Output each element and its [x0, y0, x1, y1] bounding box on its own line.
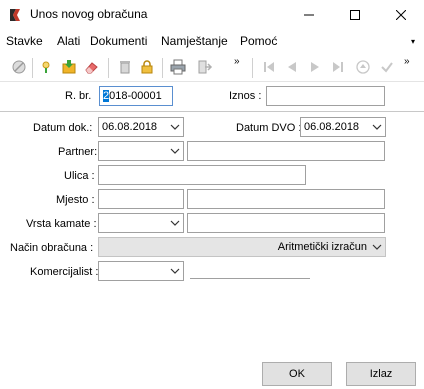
- print-button[interactable]: [169, 58, 187, 76]
- up-button[interactable]: [354, 58, 372, 76]
- menu-bar: Stavke Alati Dokumenti Namještanje Pomoć…: [0, 31, 424, 51]
- vrsta-kamate-label: Vrsta kamate :: [26, 218, 97, 230]
- ulica-label: Ulica :: [64, 170, 95, 182]
- komercijalist-label: Komercijalist :: [30, 266, 99, 278]
- print-icon: [170, 59, 186, 75]
- minimize-icon: [304, 14, 314, 16]
- ulica-input[interactable]: [98, 165, 306, 185]
- chevron-down-icon: [170, 124, 180, 130]
- app-logo-icon: [10, 9, 20, 21]
- toolbar-separator: [108, 58, 109, 78]
- menu-pomoc[interactable]: Pomoć: [240, 34, 277, 48]
- new-icon: [42, 61, 50, 73]
- nacin-obracuna-value: Aritmetički izračun: [277, 241, 367, 253]
- chevron-down-icon: [170, 220, 180, 226]
- mjesto-name-input[interactable]: [187, 189, 385, 209]
- mjesto-label: Mjesto :: [56, 194, 95, 206]
- rbr-label: R. br.: [65, 90, 92, 102]
- datum-dok-picker[interactable]: 06.08.2018: [98, 117, 184, 137]
- exit-button[interactable]: [196, 58, 214, 76]
- toolbar: » »: [0, 54, 424, 82]
- delete-button[interactable]: [116, 58, 134, 76]
- lock-icon: [141, 60, 153, 74]
- datum-dvo-value: 06.08.2018: [304, 121, 360, 133]
- import-icon: [62, 60, 76, 74]
- new-button[interactable]: [38, 58, 56, 76]
- eraser-icon: [85, 62, 98, 74]
- datum-dok-value: 06.08.2018: [102, 121, 158, 133]
- toolbar-separator: [252, 58, 253, 78]
- datum-dok-label: Datum dok.:: [33, 122, 93, 134]
- menu-dokumenti[interactable]: Dokumenti: [90, 34, 147, 48]
- vrsta-kamate-name-input[interactable]: [187, 213, 385, 233]
- izlaz-button[interactable]: Izlaz: [346, 362, 416, 386]
- toolbar-separator: [162, 58, 163, 78]
- ok-button[interactable]: OK: [262, 362, 332, 386]
- chevron-down-icon: [372, 244, 382, 250]
- komercijalist-select[interactable]: [98, 261, 184, 281]
- chevron-down-icon: [372, 124, 382, 130]
- nacin-obracuna-select[interactable]: Aritmetički izračun: [98, 237, 386, 257]
- toolbar-more-right-icon[interactable]: »: [404, 56, 409, 67]
- maximize-button[interactable]: [332, 0, 378, 30]
- komercijalist-name-field[interactable]: [190, 278, 310, 279]
- iznos-input[interactable]: [266, 86, 385, 106]
- prev-icon: [288, 62, 296, 72]
- vrsta-kamate-select[interactable]: [98, 213, 184, 233]
- confirm-icon: [381, 62, 393, 73]
- minimize-button[interactable]: [286, 0, 332, 30]
- datum-dvo-label: Datum DVO :: [236, 122, 302, 134]
- chevron-down-icon: [170, 148, 180, 154]
- menu-overflow-icon[interactable]: ▾: [411, 37, 415, 46]
- cancel-icon: [12, 60, 26, 74]
- partner-label: Partner:: [58, 146, 98, 158]
- eraser-button[interactable]: [82, 58, 100, 76]
- header-divider: [0, 111, 424, 112]
- close-icon: [396, 10, 406, 20]
- mjesto-code-input[interactable]: [98, 189, 184, 209]
- menu-alati[interactable]: Alati: [57, 34, 80, 48]
- iznos-label: Iznos :: [229, 90, 262, 102]
- last-record-button[interactable]: [329, 58, 347, 76]
- partner-select[interactable]: [98, 141, 184, 161]
- rbr-value-rest: 018-00001: [109, 90, 162, 102]
- title-bar: Unos novog obračuna: [0, 0, 424, 30]
- rbr-input[interactable]: 2018-00001: [99, 86, 173, 106]
- next-icon: [311, 62, 319, 72]
- window-title: Unos novog obračuna: [30, 7, 148, 21]
- import-button[interactable]: [60, 58, 78, 76]
- delete-icon: [120, 61, 130, 74]
- nacin-obracuna-label: Način obračuna :: [10, 242, 94, 254]
- chevron-down-icon: [170, 268, 180, 274]
- maximize-icon: [350, 10, 360, 20]
- exit-icon: [198, 60, 213, 74]
- lock-button[interactable]: [138, 58, 156, 76]
- cancel-button[interactable]: [10, 58, 28, 76]
- close-button[interactable]: [378, 0, 424, 30]
- confirm-button[interactable]: [378, 58, 396, 76]
- menu-namjestanje[interactable]: Namještanje: [161, 34, 228, 48]
- prev-record-button[interactable]: [283, 58, 301, 76]
- datum-dvo-picker[interactable]: 06.08.2018: [300, 117, 386, 137]
- first-icon: [264, 62, 274, 72]
- toolbar-separator: [32, 58, 33, 78]
- up-icon: [356, 60, 370, 74]
- next-record-button[interactable]: [306, 58, 324, 76]
- menu-stavke[interactable]: Stavke: [6, 34, 43, 48]
- last-icon: [333, 62, 343, 72]
- partner-name-input[interactable]: [187, 141, 385, 161]
- toolbar-more-icon[interactable]: »: [234, 56, 239, 67]
- first-record-button[interactable]: [260, 58, 278, 76]
